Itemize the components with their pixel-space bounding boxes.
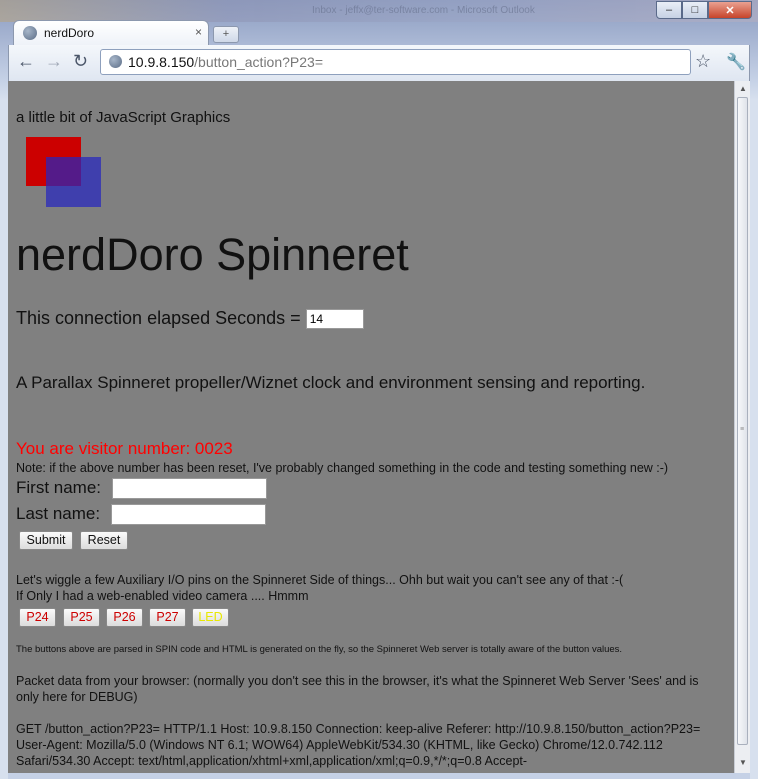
- reload-icon[interactable]: ↻: [73, 51, 88, 72]
- first-name-label: First name:: [16, 478, 102, 497]
- blue-square-graphic: [46, 157, 101, 207]
- globe-icon: [23, 26, 37, 40]
- p25-button[interactable]: P25: [63, 608, 100, 627]
- wiggle-line-1: Let's wiggle a few Auxiliary I/O pins on…: [16, 573, 624, 587]
- window-bottom-border: [8, 773, 750, 779]
- button-parsing-note: The buttons above are parsed in SPIN cod…: [16, 644, 623, 655]
- tagline: a little bit of JavaScript Graphics: [16, 109, 231, 126]
- minimize-button[interactable]: –: [656, 1, 682, 19]
- submit-button[interactable]: Submit: [19, 531, 73, 550]
- led-button[interactable]: LED: [192, 608, 229, 627]
- close-window-button[interactable]: ✕: [708, 1, 752, 19]
- elapsed-row: This connection elapsed Seconds =: [16, 308, 364, 330]
- url-path: /button_action?P23=: [194, 54, 324, 70]
- http-request-dump: GET /button_action?P23= HTTP/1.1 Host: 1…: [16, 722, 701, 768]
- p27-button[interactable]: P27: [149, 608, 186, 627]
- elapsed-label: This connection elapsed Seconds =: [16, 308, 301, 328]
- new-tab-button[interactable]: +: [213, 26, 239, 43]
- browser-window: Inbox - jeffx@ter-software.com - Microso…: [0, 0, 758, 779]
- vertical-scrollbar[interactable]: ▲ ≡ ▼: [734, 81, 750, 773]
- p26-button[interactable]: P26: [106, 608, 143, 627]
- wrench-menu-icon[interactable]: 🔧: [726, 52, 746, 72]
- maximize-button[interactable]: □: [682, 1, 708, 19]
- reset-button[interactable]: Reset: [80, 531, 128, 550]
- scroll-up-icon[interactable]: ▲: [737, 84, 749, 96]
- tab-close-icon[interactable]: ×: [195, 25, 202, 39]
- page-info-icon[interactable]: [109, 55, 122, 68]
- visitor-counter: You are visitor number: 0023: [16, 439, 233, 458]
- scrollbar-thumb[interactable]: ≡: [737, 97, 748, 745]
- p24-button[interactable]: P24: [19, 608, 56, 627]
- wiggle-line-2: If Only I had a web-enabled video camera…: [16, 589, 309, 603]
- window-controls: – □ ✕: [656, 1, 752, 19]
- last-name-field[interactable]: [111, 504, 266, 525]
- url-host: 10.9.8.150: [128, 54, 195, 70]
- last-name-row: Last name:: [16, 504, 100, 524]
- first-name-row: First name:: [16, 478, 101, 498]
- elapsed-seconds-field[interactable]: [305, 309, 364, 330]
- address-bar[interactable]: 10.9.8.150/button_action?P23=: [100, 49, 691, 75]
- first-name-field[interactable]: [112, 478, 267, 499]
- url-text: 10.9.8.150/button_action?P23=: [128, 54, 323, 70]
- forward-icon[interactable]: →: [45, 51, 63, 72]
- back-icon[interactable]: ←: [17, 51, 35, 72]
- page-viewport: a little bit of JavaScript Graphics nerd…: [8, 81, 734, 773]
- description: A Parallax Spinneret propeller/Wiznet cl…: [16, 373, 646, 392]
- browser-toolbar: ← → ↻ 10.9.8.150/button_action?P23= ☆ 🔧: [8, 45, 750, 81]
- last-name-label: Last name:: [16, 504, 101, 523]
- desktop-window-title: Inbox - jeffx@ter-software.com - Microso…: [312, 5, 535, 16]
- tab-title: nerdDoro: [44, 26, 95, 40]
- scrollbar-grip-icon: ≡: [740, 426, 745, 433]
- browser-tab[interactable]: nerdDoro ×: [13, 20, 209, 46]
- page-title: nerdDoro Spinneret: [16, 229, 409, 280]
- desktop-background: Inbox - jeffx@ter-software.com - Microso…: [0, 0, 758, 22]
- bookmark-star-icon[interactable]: ☆: [695, 51, 711, 72]
- packet-intro: Packet data from your browser: (normally…: [16, 674, 699, 704]
- wiggle-text: Let's wiggle a few Auxiliary I/O pins on…: [16, 572, 623, 604]
- scroll-down-icon[interactable]: ▼: [737, 758, 749, 770]
- reset-note: Note: if the above number has been reset…: [16, 461, 669, 475]
